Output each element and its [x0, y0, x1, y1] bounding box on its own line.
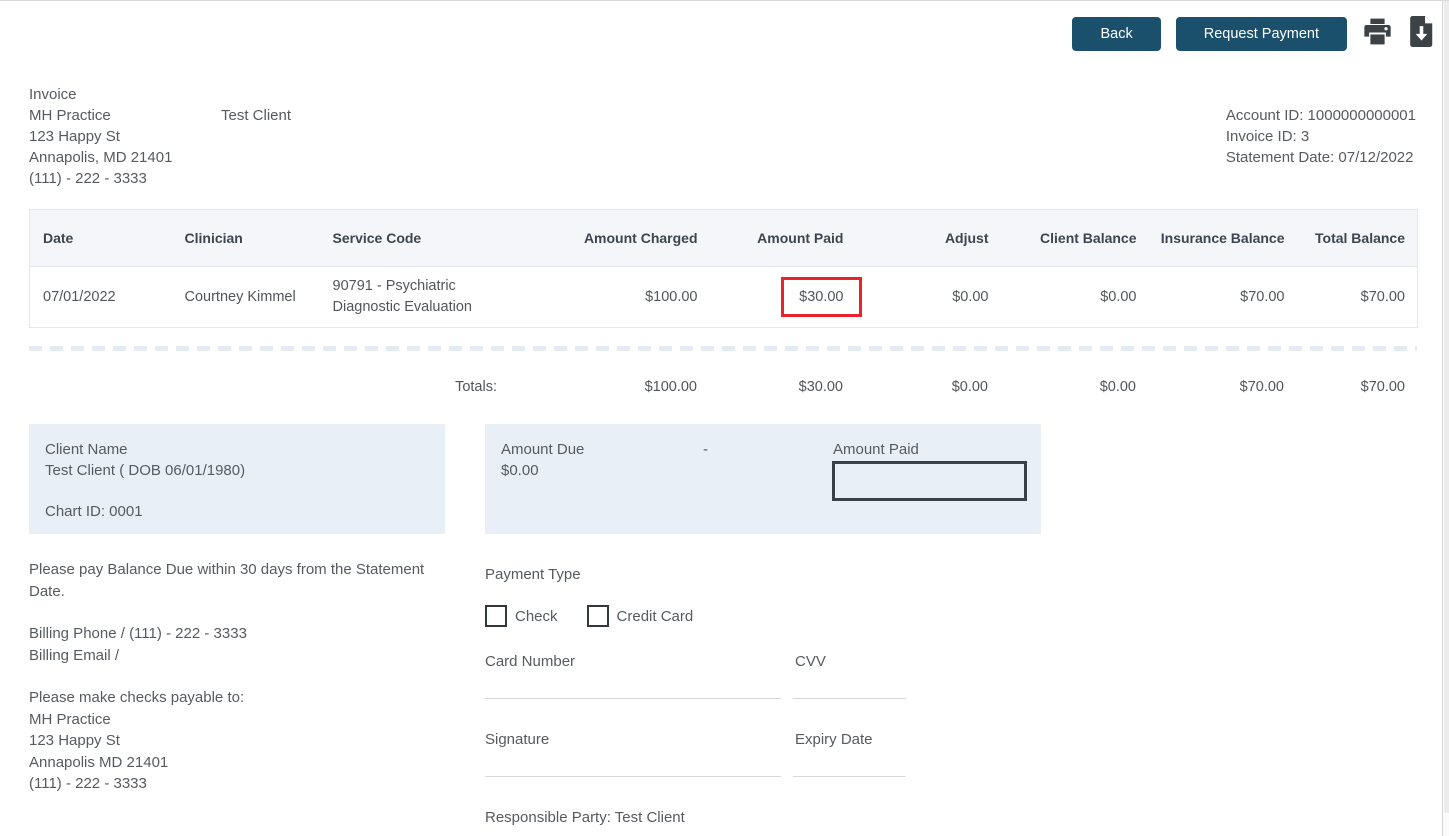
col-adjust: Adjust [853, 209, 999, 267]
payee-name: MH Practice [29, 710, 111, 728]
amount-paid-input[interactable] [832, 461, 1027, 501]
page-title: Invoice [29, 86, 77, 103]
total-total-balance: $70.00 [1360, 379, 1405, 395]
credit-card-label: Credit Card [616, 607, 694, 625]
signature-label: Signature [485, 731, 550, 748]
dashed-divider [29, 346, 1417, 351]
payment-type-options: Check Credit Card [485, 605, 693, 627]
account-info: Account ID: 1000000000001 Invoice ID: 3 … [1226, 105, 1416, 168]
payee-address2: Annapolis MD 21401 [29, 753, 169, 771]
amount-due-label: Amount Due [501, 441, 585, 458]
cell-amount-charged: $100.00 [507, 266, 708, 328]
charges-table: Date Clinician Service Code Amount Charg… [29, 209, 1418, 328]
billing-phone: Billing Phone / (111) - 222 - 3333 [29, 625, 247, 642]
total-client-balance: $0.00 [1099, 379, 1136, 395]
scrollbar-thumb[interactable] [1444, 1, 1449, 813]
cell-clinician: Courtney Kimmel [174, 266, 323, 328]
invoice-page: Back Request Payment Invoice MH Practice… [0, 0, 1449, 836]
total-insurance-balance: $70.00 [1239, 379, 1284, 395]
cell-total-balance: $70.00 [1294, 266, 1418, 328]
printer-icon [1362, 16, 1393, 50]
practice-name: MH Practice [29, 107, 111, 124]
download-file-icon [1408, 16, 1435, 50]
toolbar: Back Request Payment [1072, 16, 1435, 51]
practice-address-line2: Annapolis, MD 21401 [29, 149, 173, 166]
col-service-code: Service Code [322, 209, 508, 267]
col-total-balance: Total Balance [1294, 209, 1418, 267]
signature-line [485, 776, 781, 777]
statement-date: Statement Date: 07/12/2022 [1225, 149, 1414, 166]
cell-amount-paid: $30.00 [707, 266, 862, 328]
col-date: Date [29, 209, 175, 267]
check-checkbox[interactable] [485, 605, 507, 627]
table-header-row: Date Clinician Service Code Amount Charg… [29, 209, 1418, 267]
billing-email: Billing Email / [29, 646, 120, 664]
client-name-label: Client Name [45, 441, 128, 458]
back-button[interactable]: Back [1072, 17, 1161, 51]
cell-insurance-balance: $70.00 [1146, 266, 1295, 328]
totals-label: Totals: [455, 379, 497, 395]
print-button[interactable] [1362, 17, 1393, 49]
invoice-id: Invoice ID: 3 [1225, 128, 1310, 145]
client-info-panel: Client Name Test Client ( DOB 06/01/1980… [29, 424, 445, 534]
check-label: Check [515, 607, 558, 625]
payee-address1: 123 Happy St [29, 732, 120, 749]
highlight-box: $30.00 [781, 277, 862, 317]
col-insurance-balance: Insurance Balance [1146, 209, 1295, 267]
amount-separator: - [703, 441, 708, 458]
practice-phone: (111) - 222 - 3333 [29, 170, 147, 187]
payment-type-label: Payment Type [485, 566, 581, 583]
invoice-header: Invoice MH Practice Test Client 123 Happ… [29, 84, 291, 189]
cell-date: 07/01/2022 [29, 266, 175, 328]
credit-card-checkbox[interactable] [586, 605, 609, 627]
payee-phone: (111) - 222 - 3333 [29, 775, 147, 792]
totals-row: Totals: $100.00 $30.00 $0.00 $0.00 $70.0… [29, 369, 1417, 405]
cvv-label: CVV [795, 653, 826, 670]
col-amount-paid: Amount Paid [707, 209, 854, 267]
payment-form: Payment Type Check Credit Card Card Numb… [485, 566, 1045, 836]
total-amount-paid: $30.00 [798, 379, 843, 395]
checks-payable-label: Please make checks payable to: [29, 689, 245, 706]
client-name: Test Client [221, 107, 292, 124]
expiry-date-line [793, 776, 906, 777]
billing-instructions: Please pay Balance Due within 30 days fr… [29, 559, 429, 795]
chart-id: Chart ID: 0001 [45, 503, 143, 520]
table-row: 07/01/2022 Courtney Kimmel 90791 - Psych… [29, 266, 1418, 328]
amount-paid-label: Amount Paid [833, 441, 919, 458]
pay-notice: Please pay Balance Due within 30 days fr… [29, 561, 425, 600]
amount-panel: Amount Due $0.00 - Amount Paid [485, 424, 1041, 534]
request-payment-button[interactable]: Request Payment [1175, 17, 1347, 51]
cell-client-balance: $0.00 [998, 266, 1147, 328]
cell-adjust: $0.00 [853, 266, 999, 328]
vertical-scrollbar[interactable] [1442, 1, 1449, 836]
practice-address-line1: 123 Happy St [29, 128, 120, 145]
card-number-line [485, 698, 781, 699]
cvv-line [793, 698, 906, 699]
download-button[interactable] [1408, 16, 1435, 50]
total-amount-charged: $100.00 [644, 379, 697, 395]
col-amount-charged: Amount Charged [507, 209, 708, 267]
col-clinician: Clinician [174, 209, 323, 267]
account-id: Account ID: 1000000000001 [1225, 107, 1416, 124]
expiry-date-label: Expiry Date [795, 731, 873, 748]
total-adjust: $0.00 [951, 379, 988, 395]
card-number-label: Card Number [485, 653, 576, 670]
cell-service-code: 90791 - Psychiatric Diagnostic Evaluatio… [322, 266, 508, 328]
responsible-party: Responsible Party: Test Client [485, 809, 685, 826]
col-client-balance: Client Balance [998, 209, 1147, 267]
amount-due-value: $0.00 [501, 462, 539, 479]
client-name-dob: Test Client ( DOB 06/01/1980) [45, 462, 246, 479]
